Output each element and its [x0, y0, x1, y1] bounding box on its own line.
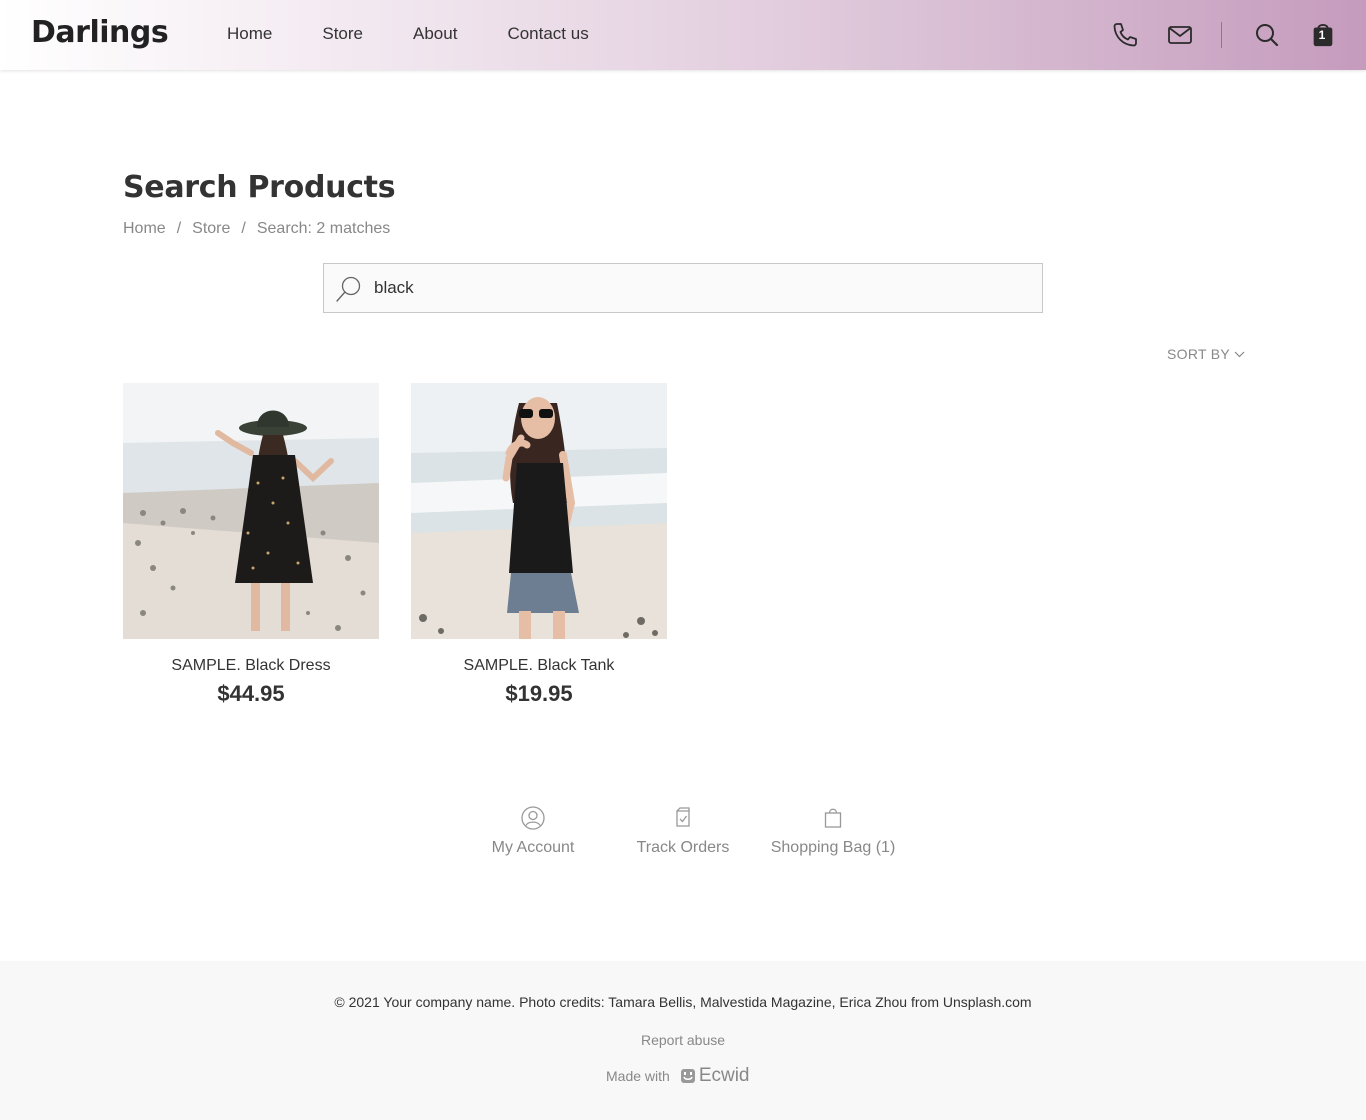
breadcrumb-separator: / — [241, 220, 246, 237]
report-abuse-link[interactable]: Report abuse — [0, 1032, 1366, 1048]
product-image[interactable] — [123, 383, 379, 639]
my-account-label: My Account — [491, 839, 575, 856]
search-input[interactable] — [374, 274, 1024, 302]
made-with-label: Made with — [606, 1068, 670, 1084]
nav-contact-us[interactable]: Contact us — [507, 24, 588, 44]
sort-by-label: SORT BY — [1167, 346, 1231, 362]
product-card[interactable]: SAMPLE. Black Tank $19.95 — [411, 383, 667, 707]
nav-store[interactable]: Store — [322, 24, 363, 44]
track-orders-label: Track Orders — [636, 839, 730, 856]
site-footer: © 2021 Your company name. Photo credits:… — [0, 961, 1366, 1120]
shopping-bag-icon — [824, 808, 842, 828]
my-account-link[interactable]: My Account — [478, 805, 588, 857]
product-price: $19.95 — [505, 681, 573, 706]
breadcrumb-store[interactable]: Store — [192, 220, 230, 238]
product-image[interactable] — [411, 383, 667, 639]
user-icon — [521, 806, 545, 830]
search-icon — [336, 276, 361, 302]
product-name[interactable]: SAMPLE. Black Tank — [411, 657, 667, 675]
sort-by-dropdown[interactable]: SORT BY — [1167, 346, 1245, 362]
chevron-down-icon — [1234, 351, 1245, 358]
main-nav: Home Store About Contact us — [227, 24, 639, 44]
breadcrumb: Home / Store / Search: 2 matches — [123, 220, 390, 238]
nav-home[interactable]: Home — [227, 24, 272, 44]
breadcrumb-home[interactable]: Home — [123, 220, 166, 238]
site-logo[interactable]: Darlings — [31, 15, 169, 50]
breadcrumb-separator: / — [176, 220, 182, 237]
phone-icon[interactable] — [1111, 21, 1139, 49]
mail-icon[interactable] — [1166, 21, 1194, 49]
breadcrumb-current: Search: 2 matches — [256, 220, 391, 237]
shopping-bag-label: Shopping Bag (1) — [770, 839, 896, 856]
product-price: $44.95 — [217, 681, 285, 706]
ecwid-wordmark: Ecwid — [698, 1065, 750, 1086]
shopping-bag-link[interactable]: Shopping Bag (1) — [763, 805, 903, 857]
product-name[interactable]: SAMPLE. Black Dress — [123, 657, 379, 675]
ecwid-logo: Ecwid — [680, 1065, 750, 1087]
search-icon[interactable] — [1253, 21, 1281, 49]
cart-count-badge: 1 — [1318, 28, 1326, 42]
page-title: Search Products — [123, 170, 396, 205]
header-divider — [1221, 22, 1222, 48]
track-orders-icon — [676, 807, 690, 827]
nav-about[interactable]: About — [413, 24, 457, 44]
product-search-box — [323, 263, 1043, 313]
site-header: Darlings Home Store About Contact us 1 — [0, 0, 1366, 70]
footer-credits: © 2021 Your company name. Photo credits:… — [334, 994, 1032, 1010]
made-with-ecwid[interactable]: Made with Ecwid — [606, 1065, 750, 1087]
ecwid-logo-icon — [680, 1069, 695, 1083]
track-orders-link[interactable]: Track Orders — [628, 805, 738, 857]
product-card[interactable]: SAMPLE. Black Dress $44.95 — [123, 383, 379, 707]
